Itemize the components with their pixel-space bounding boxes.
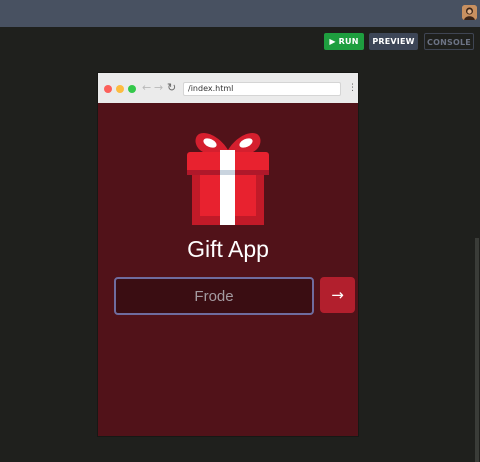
preview-browser-window: ← → ↻ /index.html ⋮ Gift App → xyxy=(98,73,358,436)
scrollbar[interactable] xyxy=(475,238,479,462)
reload-icon[interactable]: ↻ xyxy=(167,82,176,94)
editor-top-bar xyxy=(0,0,480,27)
gift-icon xyxy=(185,128,271,226)
forward-arrow-icon[interactable]: → xyxy=(154,82,163,94)
close-window-icon[interactable] xyxy=(104,85,112,93)
name-input[interactable] xyxy=(114,277,314,315)
console-button[interactable]: CONSOLE xyxy=(424,33,474,50)
browser-menu-icon[interactable]: ⋮ xyxy=(348,82,357,94)
submit-button[interactable]: → xyxy=(320,277,355,313)
preview-button[interactable]: PREVIEW xyxy=(369,33,418,50)
maximize-window-icon[interactable] xyxy=(128,85,136,93)
address-bar[interactable]: /index.html xyxy=(183,82,341,96)
user-avatar[interactable] xyxy=(462,5,477,20)
run-button[interactable]: ▶ RUN xyxy=(324,33,364,50)
app-title: Gift App xyxy=(187,236,269,262)
browser-chrome: ← → ↻ /index.html ⋮ xyxy=(98,73,358,103)
back-arrow-icon[interactable]: ← xyxy=(142,82,151,94)
minimize-window-icon[interactable] xyxy=(116,85,124,93)
